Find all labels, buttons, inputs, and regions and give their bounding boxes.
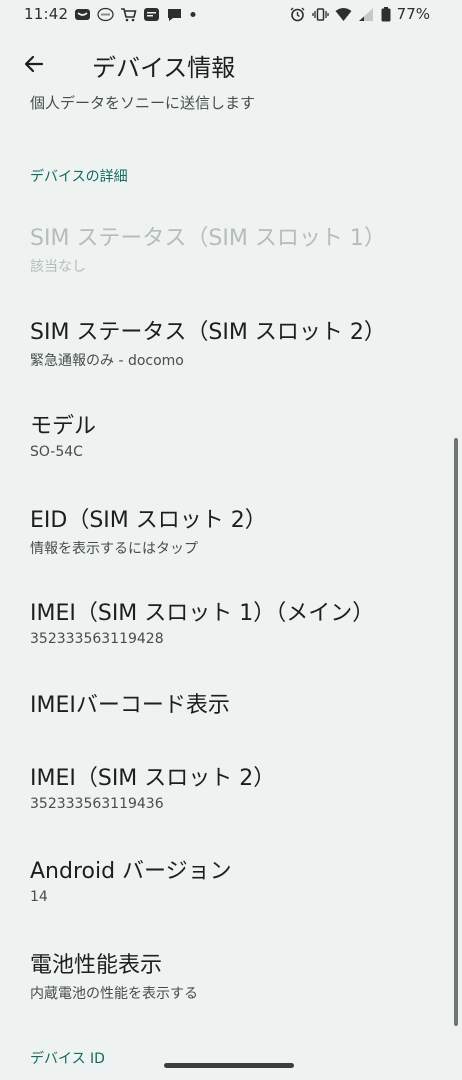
item-subtitle: 14 — [30, 889, 48, 905]
battery-icon — [381, 6, 391, 22]
item-title: 電池性能表示 — [30, 953, 163, 978]
item-eid-slot2[interactable]: EID（SIM スロット 2） 情報を表示するにはタップ — [0, 502, 452, 592]
status-bar-right: 77% — [289, 5, 430, 23]
battery-percent: 77% — [396, 5, 430, 23]
line-icon — [143, 7, 160, 22]
section-header-device-details: デバイスの詳細 — [30, 169, 128, 185]
item-title: Android バージョン — [30, 859, 232, 884]
vibrate-icon — [312, 7, 329, 22]
item-subtitle: 該当なし — [30, 259, 86, 275]
status-bar-left: 11:42 — [24, 5, 197, 23]
chat-icon — [166, 7, 183, 22]
item-subtitle: 緊急通報のみ - docomo — [30, 353, 184, 369]
page-title: デバイス情報 — [92, 54, 236, 82]
item-subtitle: 352333563119436 — [30, 796, 164, 812]
item-subtitle: 内蔵電池の性能を表示する — [30, 986, 198, 1002]
item-subtitle: 352333563119428 — [30, 631, 164, 647]
home-indicator[interactable] — [164, 1063, 294, 1068]
back-arrow-icon — [24, 55, 44, 73]
item-title: IMEI（SIM スロット 2） — [30, 766, 276, 791]
partial-item-subtitle: 個人データをソニーに送信します — [30, 94, 256, 112]
item-title: SIM ステータス（SIM スロット 2） — [30, 320, 386, 345]
app-icon — [97, 7, 114, 22]
item-sim-status-slot2[interactable]: SIM ステータス（SIM スロット 2） 緊急通報のみ - docomo — [0, 314, 452, 404]
section-header-device-id: デバイス ID — [30, 1051, 105, 1067]
item-imei-barcode[interactable]: IMEIバーコード表示 — [0, 689, 452, 759]
item-title: SIM ステータス（SIM スロット 1） — [30, 226, 386, 251]
status-bar: 11:42 77% — [0, 0, 462, 30]
item-title: モデル — [30, 414, 97, 439]
item-imei-slot1-main[interactable]: IMEI（SIM スロット 1）（メイン） 352333563119428 — [0, 595, 452, 685]
item-subtitle: 情報を表示するにはタップ — [30, 541, 198, 557]
scrollbar[interactable] — [454, 438, 458, 1026]
alarm-icon — [289, 7, 306, 22]
item-model[interactable]: モデル SO-54C — [0, 408, 452, 498]
item-subtitle: SO-54C — [30, 444, 83, 460]
mail-icon — [74, 7, 91, 22]
wifi-icon — [335, 7, 352, 22]
item-sim-status-slot1[interactable]: SIM ステータス（SIM スロット 1） 該当なし — [0, 220, 452, 310]
item-title: IMEI（SIM スロット 1）（メイン） — [30, 601, 375, 626]
item-title: EID（SIM スロット 2） — [30, 508, 267, 533]
item-imei-slot2[interactable]: IMEI（SIM スロット 2） 352333563119436 — [0, 760, 452, 850]
item-title: IMEIバーコード表示 — [30, 693, 230, 718]
dot-icon — [189, 7, 197, 22]
back-button[interactable] — [16, 46, 52, 82]
status-time: 11:42 — [24, 5, 69, 23]
cart-icon — [120, 7, 137, 22]
signal-icon — [358, 7, 375, 22]
item-android-version[interactable]: Android バージョン 14 — [0, 853, 452, 943]
item-battery-performance[interactable]: 電池性能表示 内蔵電池の性能を表示する — [0, 947, 452, 1037]
app-bar: デバイス情報 — [0, 38, 462, 88]
